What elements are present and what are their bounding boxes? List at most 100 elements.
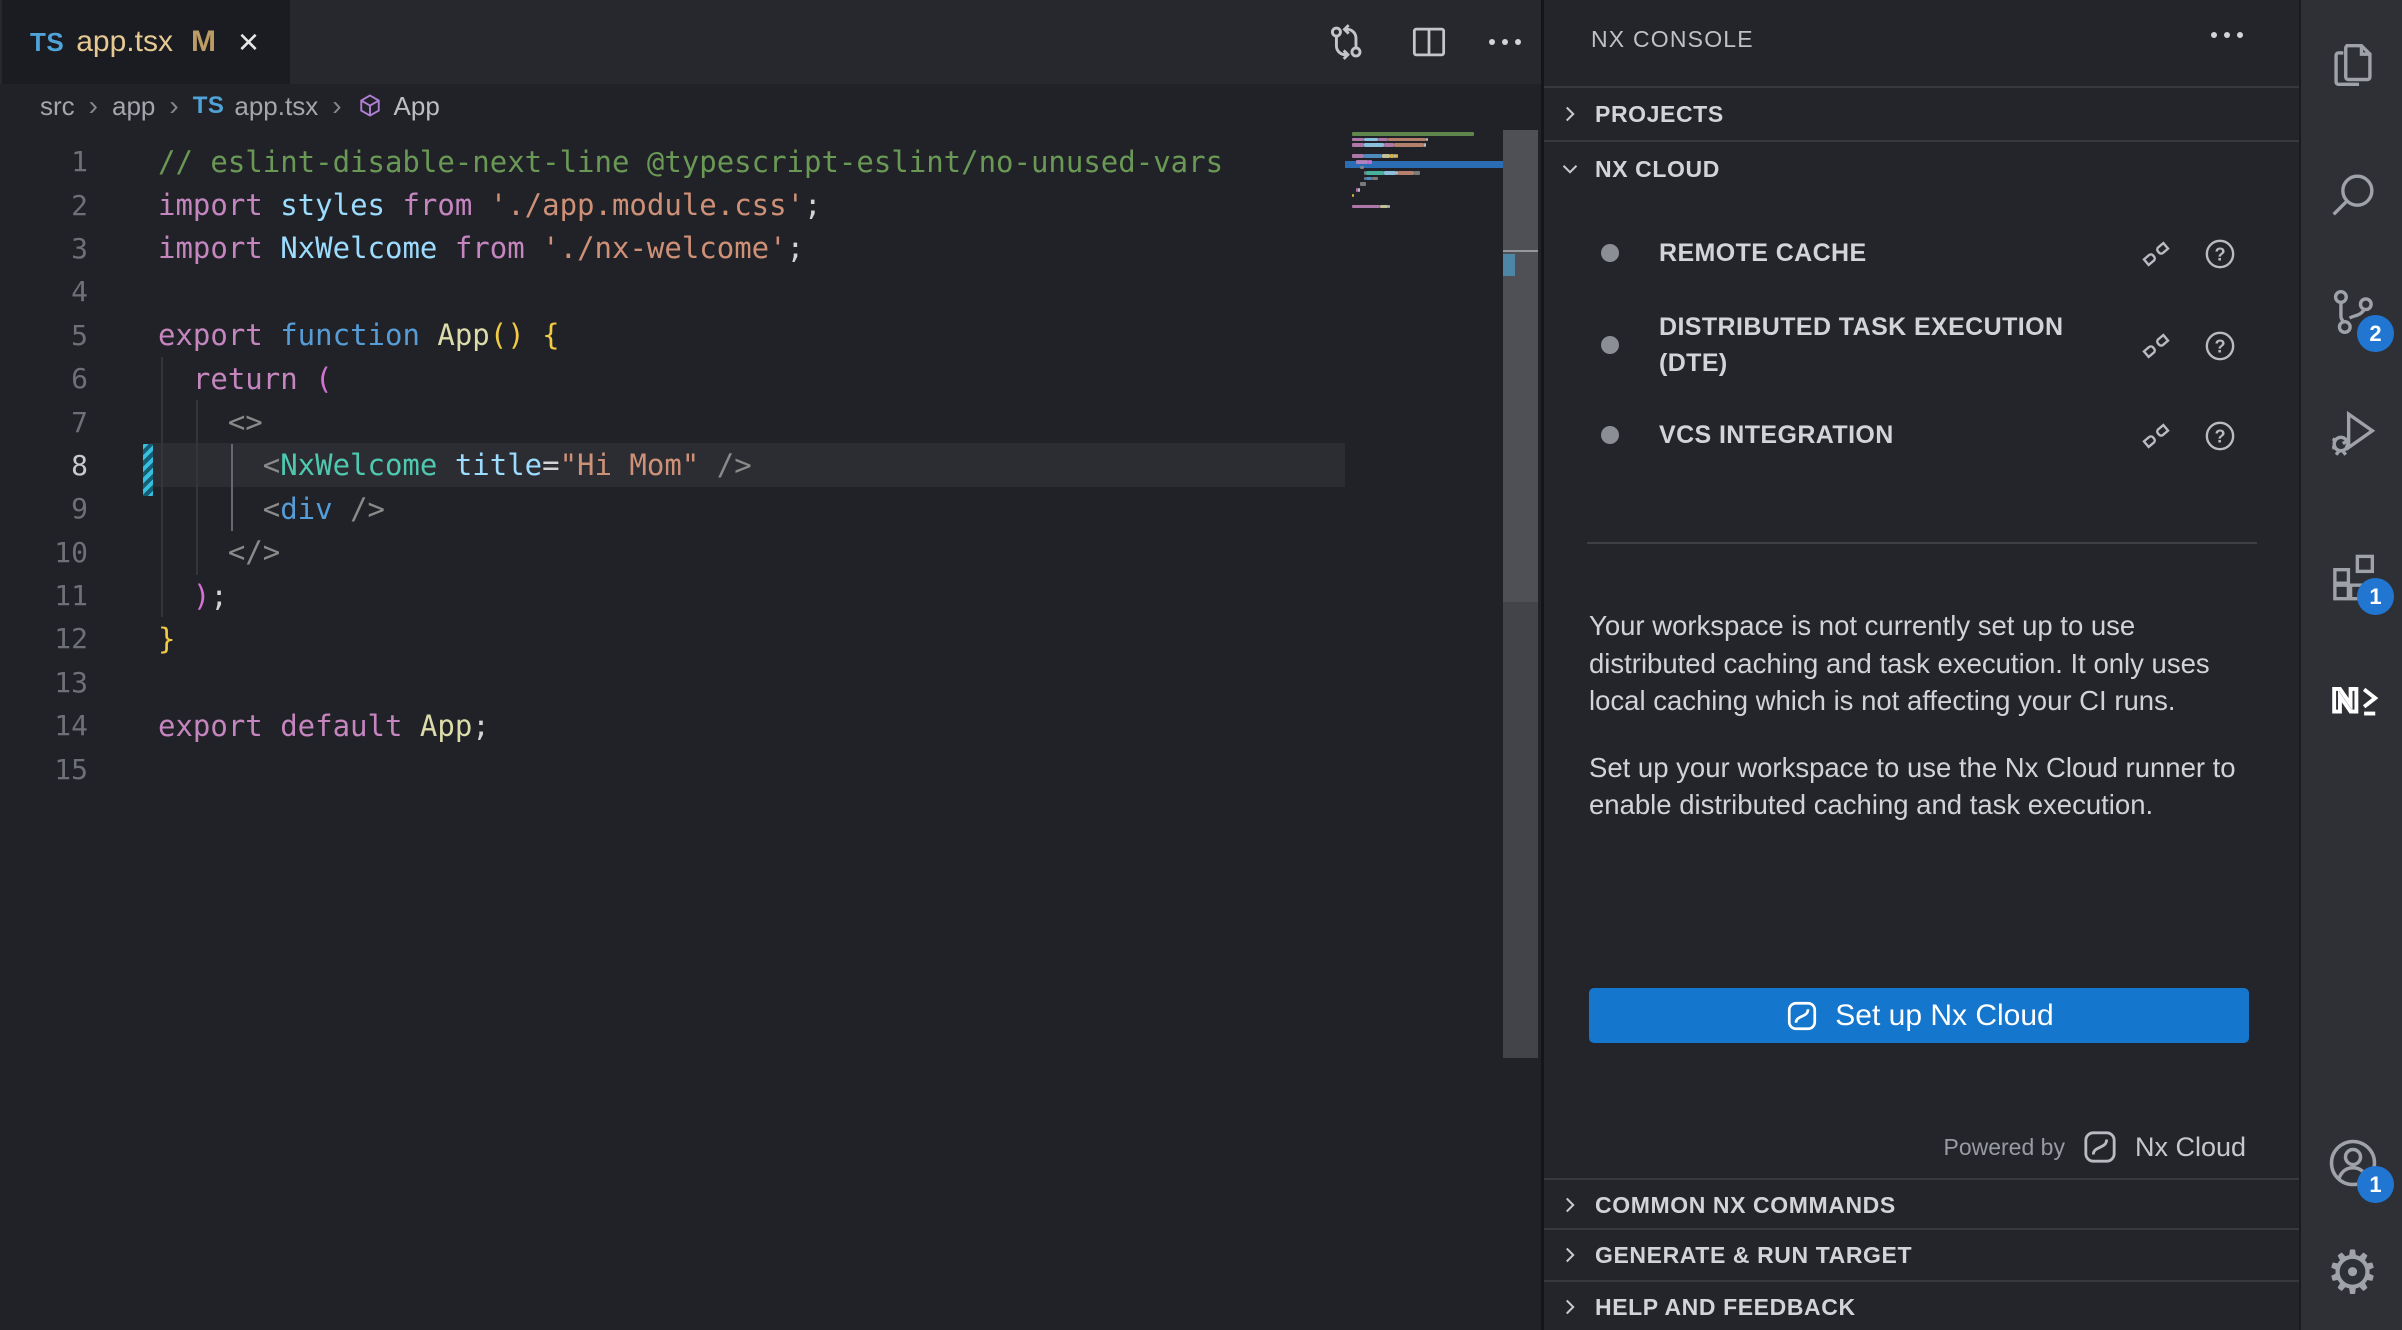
status-dot-icon [1601,426,1619,444]
help-icon[interactable]: ? [2201,417,2239,460]
section-common-nx-commands[interactable]: COMMON NX COMMANDS [1544,1180,2302,1230]
code-line: 11 ); [0,574,1223,617]
open-changes-icon[interactable] [1323,19,1369,65]
nx-cloud-icon [1784,998,1820,1034]
editor-group: TS app.tsx M × [0,0,1541,1330]
editor-scrollbar[interactable] [1503,130,1538,1058]
section-label: COMMON NX COMMANDS [1595,1192,1896,1219]
chevron-right-icon [1557,1294,1583,1320]
section-label: HELP AND FEEDBACK [1595,1294,1856,1321]
connect-icon[interactable] [2137,417,2175,460]
brand-label: Nx Cloud [2135,1132,2246,1163]
code-line: 4 [0,270,1223,313]
nx-cloud-item-label: VCS INTEGRATION [1659,417,2139,453]
breadcrumb: src › app › TSapp.tsx › App [0,84,1538,128]
nx-console-icon[interactable] [2301,655,2402,745]
nx-cloud-item-label: REMOTE CACHE [1659,235,2139,271]
explorer-icon[interactable] [2301,20,2402,110]
connect-icon[interactable] [2137,327,2175,370]
powered-by-label: Powered by [1943,1134,2064,1161]
vscode-window: TS app.tsx M × [0,0,2402,1330]
status-dot-icon [1601,336,1619,354]
help-icon[interactable]: ? [2201,327,2239,370]
source-control-icon[interactable]: 2 [2301,267,2402,357]
code-line: 6 return ( [0,357,1223,400]
settings-gear-icon[interactable]: ⚙ [2301,1228,2402,1318]
panel-more-actions-icon[interactable] [2211,32,2243,38]
description-paragraph: Your workspace is not currently set up t… [1589,607,2261,720]
close-icon[interactable]: × [238,24,259,60]
code-line: 15 [0,747,1223,790]
powered-by: Powered by Nx Cloud [1943,1124,2246,1170]
nx-cloud-item-vcs-integration: VCS INTEGRATION? [1544,407,2302,463]
breadcrumb-item-app[interactable]: app [112,91,155,122]
source-control-badge: 2 [2357,315,2394,352]
panel-title: NX CONSOLE [1591,26,1754,53]
nx-cloud-icon [2080,1127,2120,1167]
code-line: 10 </> [0,531,1223,574]
section-help-and-feedback[interactable]: HELP AND FEEDBACK [1544,1282,2302,1330]
section-generate-run-target[interactable]: GENERATE & RUN TARGET [1544,1230,2302,1280]
typescript-file-icon: TS [193,92,225,120]
nx-cloud-item-remote-cache: REMOTE CACHE? [1544,225,2302,281]
chevron-right-icon [1557,1242,1583,1268]
tab-title: app.tsx [76,25,173,59]
breadcrumb-separator: › [332,90,341,122]
svg-text:?: ? [2214,245,2225,265]
section-nx-cloud[interactable]: NX CLOUD [1544,142,2302,196]
connect-icon[interactable] [2137,235,2175,278]
minimap[interactable] [1345,128,1503,388]
svg-text:?: ? [2214,337,2225,357]
code-line: 9 <div /> [0,487,1223,530]
chevron-down-icon [1557,156,1583,182]
typescript-file-icon: TS [30,27,64,58]
code-line: 2import styles from './app.module.css'; [0,183,1223,226]
code-line: 3import NxWelcome from './nx-welcome'; [0,227,1223,270]
svg-text:?: ? [2214,427,2225,447]
extensions-icon[interactable]: 1 [2301,530,2402,620]
search-icon[interactable] [2301,150,2402,240]
section-label: PROJECTS [1595,101,1724,128]
run-and-debug-icon[interactable] [2301,387,2402,477]
code-line: 5export function App() { [0,314,1223,357]
description-paragraph: Set up your workspace to use the Nx Clou… [1589,749,2261,824]
tab-bar: TS app.tsx M × [0,0,1541,84]
breadcrumb-item-app-tsx[interactable]: TSapp.tsx [193,91,319,122]
breadcrumb-item-app[interactable]: App [356,91,440,122]
extensions-badge: 1 [2357,578,2394,615]
breadcrumb-item-src[interactable]: src [40,91,75,122]
help-icon[interactable]: ? [2201,235,2239,278]
breadcrumb-separator: › [89,90,98,122]
code-line: 12} [0,617,1223,660]
chevron-right-icon [1557,1192,1583,1218]
code-editor[interactable]: 1// eslint-disable-next-line @typescript… [0,128,1541,1330]
nx-cloud-item-distributed-task-execution-dte-: DISTRIBUTED TASK EXECUTION (DTE)? [1544,303,2302,387]
more-actions-icon[interactable] [1489,39,1521,45]
chevron-right-icon [1557,101,1583,127]
overview-ruler-modified-marker [1503,254,1515,276]
nx-cloud-description: Your workspace is not currently set up t… [1589,607,2261,853]
code-lines: 1// eslint-disable-next-line @typescript… [0,140,1223,791]
code-line: 14export default App; [0,704,1223,747]
code-line: 8 <NxWelcome title="Hi Mom" /> [0,444,1223,487]
section-projects[interactable]: PROJECTS [1544,88,2302,140]
section-label: NX CLOUD [1595,156,1720,183]
code-line: 13 [0,661,1223,704]
split-editor-icon[interactable] [1407,20,1451,64]
nx-cloud-item-label: DISTRIBUTED TASK EXECUTION (DTE) [1659,309,2139,381]
code-line: 1// eslint-disable-next-line @typescript… [0,140,1223,183]
activity-bar: 2 1 [2299,0,2402,1330]
modified-badge: M [191,25,216,59]
breadcrumb-separator: › [169,90,178,122]
divider [1587,542,2257,544]
tab-app-tsx[interactable]: TS app.tsx M × [2,0,290,84]
status-dot-icon [1601,244,1619,262]
nx-console-panel: NX CONSOLE PROJECTS NX CLOUD REMOTE CACH… [1541,0,2299,1330]
setup-nx-cloud-button[interactable]: Set up Nx Cloud [1589,988,2249,1043]
accounts-badge: 1 [2357,1166,2394,1203]
symbol-class-cube-icon [356,92,384,120]
section-label: GENERATE & RUN TARGET [1595,1242,1912,1269]
accounts-icon[interactable]: 1 [2301,1118,2402,1208]
code-line: 7 <> [0,400,1223,443]
editor-actions [1323,0,1521,84]
